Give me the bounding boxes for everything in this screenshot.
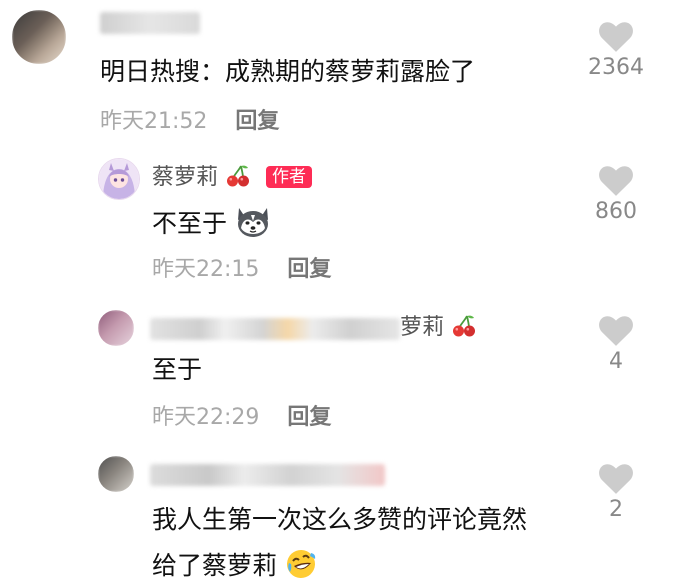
comment-text-content: 不至于 <box>152 209 228 238</box>
like-count: 4 <box>609 349 623 374</box>
husky-dog-emoji-icon <box>237 208 268 237</box>
cherry-icon <box>453 315 476 337</box>
like-count: 2 <box>609 497 623 522</box>
username-blurred[interactable] <box>100 12 200 34</box>
comment-meta: 昨天21:52 回复 <box>100 108 279 136</box>
rolling-laughing-emoji-icon <box>286 550 316 578</box>
like-button[interactable]: 2 <box>586 464 646 522</box>
reply-button[interactable]: 回复 <box>287 405 331 430</box>
cherry-icon <box>227 165 250 187</box>
like-count: 860 <box>595 199 637 224</box>
comment-text: 明日热搜：成熟期的蔡萝莉露脸了 <box>100 57 476 86</box>
avatar[interactable] <box>98 310 134 346</box>
author-badge: 作者 <box>266 166 313 188</box>
avatar[interactable] <box>12 10 66 64</box>
like-button[interactable]: 860 <box>586 166 646 224</box>
timestamp: 昨天22:15 <box>152 257 260 282</box>
username[interactable]: 萝莉 <box>400 314 477 342</box>
comment-text: 我人生第一次这么多赞的评论竟然 <box>152 505 528 534</box>
like-button[interactable]: 2364 <box>586 22 646 80</box>
timestamp: 昨天22:29 <box>152 405 260 430</box>
heart-icon <box>599 316 633 346</box>
comment-meta: 昨天22:29 回复 <box>152 404 331 432</box>
avatar[interactable] <box>98 456 134 492</box>
comment-meta: 昨天22:15 回复 <box>152 256 331 284</box>
username-blurred[interactable] <box>150 464 385 486</box>
reply-button[interactable]: 回复 <box>287 257 331 282</box>
timestamp: 昨天21:52 <box>100 109 208 134</box>
comment-text-content: 给了蔡萝莉 <box>152 551 278 580</box>
username-blurred[interactable] <box>150 318 400 340</box>
reply-button[interactable]: 回复 <box>235 109 279 134</box>
comment-text: 不至于 <box>152 206 271 240</box>
username[interactable]: 蔡萝莉 作者 <box>152 164 313 192</box>
heart-icon <box>599 22 633 52</box>
username-text: 萝莉 <box>400 315 445 340</box>
like-button[interactable]: 4 <box>586 316 646 374</box>
heart-icon <box>599 166 633 196</box>
avatar[interactable] <box>98 158 140 200</box>
username-text: 蔡萝莉 <box>152 165 219 190</box>
comment-text: 至于 <box>152 355 203 384</box>
heart-icon <box>599 464 633 494</box>
comment-text-line2: 给了蔡萝莉 <box>152 548 317 582</box>
like-count: 2364 <box>588 55 644 80</box>
